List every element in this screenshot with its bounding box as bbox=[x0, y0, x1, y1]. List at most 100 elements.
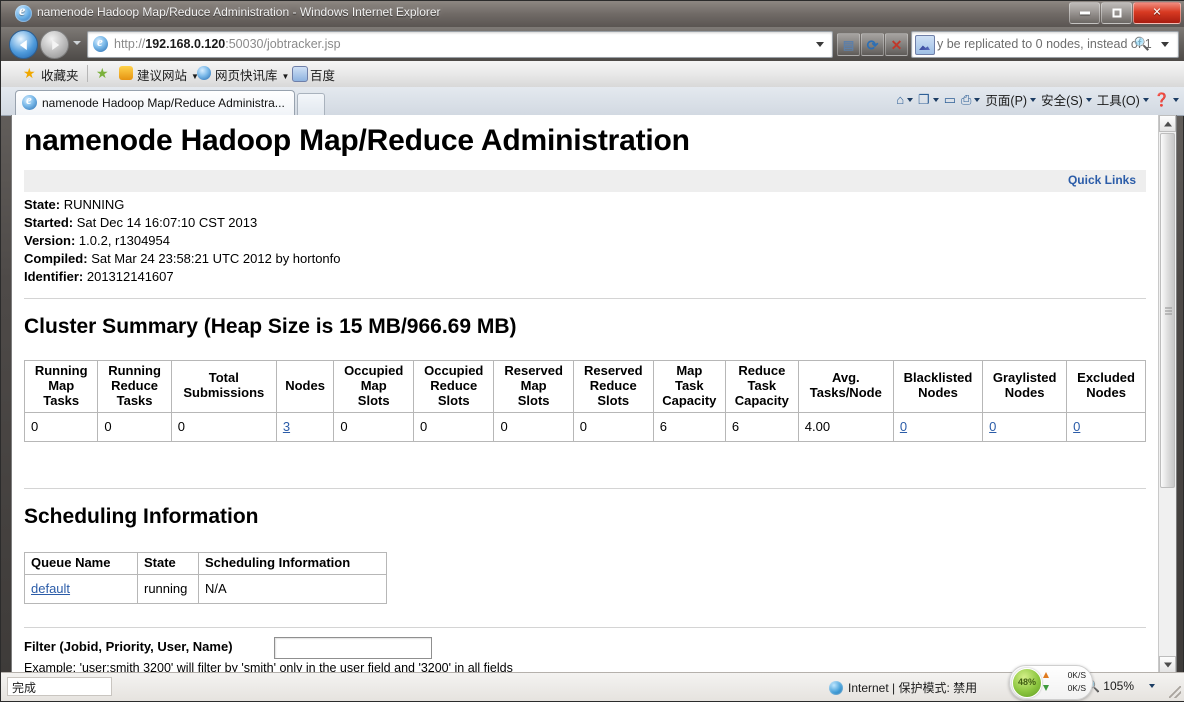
table-cell: 0 bbox=[333, 411, 415, 442]
cell-link[interactable]: 0 bbox=[989, 419, 996, 434]
url-prefix: http:// bbox=[114, 37, 146, 51]
table-cell: 0 bbox=[413, 411, 495, 442]
quick-links-bar: Quick Links bbox=[24, 170, 1146, 192]
baidu-search-icon bbox=[915, 35, 935, 55]
scrollbar-thumb[interactable] bbox=[1160, 133, 1175, 488]
label: State: bbox=[24, 197, 61, 212]
column-header: Graylisted Nodes bbox=[982, 360, 1068, 413]
cluster-summary-heading: Cluster Summary (Heap Size is 15 MB/966.… bbox=[24, 315, 517, 338]
back-button[interactable] bbox=[9, 30, 38, 59]
table-row: 0 0 0 3 0 0 0 0 6 6 4.00 0 0 0 bbox=[23, 411, 1146, 442]
chevron-down-icon[interactable] bbox=[1149, 684, 1155, 688]
close-icon: ✕ bbox=[1152, 6, 1162, 19]
label: Compiled: bbox=[24, 251, 88, 266]
security-zone-label: Internet | 保护模式: 禁用 bbox=[848, 681, 978, 695]
address-chevron-down-icon[interactable] bbox=[816, 42, 824, 47]
filter-label: Filter (Jobid, Priority, User, Name) bbox=[24, 639, 233, 654]
cluster-identifier: Identifier: 201312141607 bbox=[24, 269, 174, 284]
chevron-down-icon bbox=[1163, 662, 1172, 667]
chevron-down-icon bbox=[907, 97, 914, 102]
chevron-down-icon bbox=[974, 97, 981, 102]
value: Sat Dec 14 16:07:10 CST 2013 bbox=[76, 215, 258, 230]
cluster-state: State: RUNNING bbox=[24, 197, 124, 212]
favorites-item-label: 网页快讯库 bbox=[215, 69, 278, 83]
baidu-icon bbox=[292, 66, 308, 82]
chevron-down-icon bbox=[1085, 97, 1092, 102]
address-bar[interactable]: http://192.168.0.120:50030/jobtracker.js… bbox=[87, 31, 833, 58]
favorites-star-icon: ★ bbox=[23, 65, 36, 81]
page-viewport: namenode Hadoop Map/Reduce Administratio… bbox=[11, 115, 1177, 674]
arrow-up-icon bbox=[1043, 672, 1049, 678]
vertical-scrollbar[interactable] bbox=[1158, 115, 1176, 673]
page-menu-button[interactable]: 页面(P) bbox=[985, 90, 1037, 109]
stop-button[interactable]: ✕ bbox=[885, 33, 908, 56]
filter-input[interactable] bbox=[274, 637, 432, 659]
chevron-down-icon: ▼ bbox=[281, 72, 290, 82]
cluster-compiled: Compiled: Sat Mar 24 23:58:21 UTC 2012 b… bbox=[24, 251, 341, 266]
compatibility-view-button[interactable]: ▤ bbox=[837, 33, 860, 56]
refresh-button[interactable]: ⟳ bbox=[861, 33, 884, 56]
chevron-down-icon bbox=[1030, 97, 1037, 102]
table-cell: 4.00 bbox=[797, 411, 894, 442]
divider bbox=[24, 298, 1146, 299]
queue-link[interactable]: default bbox=[31, 581, 70, 596]
cell-link[interactable]: 0 bbox=[1073, 419, 1080, 434]
security-zone[interactable]: Internet | 保护模式: 禁用 bbox=[829, 679, 977, 696]
maximize-button[interactable] bbox=[1101, 2, 1132, 24]
cell-link[interactable]: 0 bbox=[900, 419, 907, 434]
safety-menu-button[interactable]: 安全(S) bbox=[1041, 90, 1092, 109]
tools-menu-button[interactable]: 工具(O) bbox=[1097, 90, 1149, 109]
scroll-up-button[interactable] bbox=[1159, 115, 1176, 132]
favorites-label[interactable]: 收藏夹 bbox=[41, 65, 79, 84]
search-input[interactable]: y be replicated to 0 nodes, instead of 1 bbox=[937, 37, 1152, 51]
tab-jobtracker[interactable]: namenode Hadoop Map/Reduce Administra... bbox=[15, 90, 295, 115]
table-cell[interactable]: 0 bbox=[1066, 411, 1146, 442]
url-host: 192.168.0.120 bbox=[145, 37, 226, 51]
search-box[interactable]: y be replicated to 0 nodes, instead of 1… bbox=[911, 31, 1179, 58]
table-cell[interactable]: 3 bbox=[275, 411, 335, 442]
new-tab-button[interactable] bbox=[297, 93, 325, 115]
table-header-row: Running Map Tasks Running Reduce Tasks Total Su… bbox=[23, 360, 1146, 413]
column-header: Running Reduce Tasks bbox=[97, 360, 172, 413]
favorites-item-web-slice-gallery[interactable]: 网页快讯库 ▼ bbox=[215, 65, 289, 84]
divider bbox=[87, 65, 88, 82]
mail-button[interactable]: ▭ bbox=[944, 92, 956, 108]
home-button[interactable]: ⌂ bbox=[896, 92, 914, 107]
page-menu-label: 页面(P) bbox=[985, 94, 1028, 108]
navigation-bar: http://192.168.0.120:50030/jobtracker.js… bbox=[1, 27, 1184, 61]
table-cell[interactable]: 0 bbox=[892, 411, 984, 442]
zoom-control[interactable]: 🔍 105% bbox=[1085, 679, 1155, 693]
help-button[interactable]: ❓ bbox=[1154, 92, 1179, 108]
quick-links-link[interactable]: Quick Links bbox=[1068, 173, 1136, 187]
recent-pages-chevron-down-icon[interactable] bbox=[73, 41, 81, 45]
close-button[interactable]: ✕ bbox=[1133, 2, 1181, 24]
window-controls: ✕ bbox=[1069, 2, 1181, 24]
compatibility-view-icon: ▤ bbox=[842, 37, 855, 52]
search-icon[interactable]: 🔍 bbox=[1134, 36, 1150, 52]
favorites-item-suggested-sites[interactable]: 建议网站 ▼ bbox=[137, 65, 199, 84]
forward-button[interactable] bbox=[40, 30, 69, 59]
column-header: Running Map Tasks bbox=[23, 360, 99, 413]
add-to-favorites-icon[interactable]: ★ bbox=[96, 66, 110, 80]
network-monitor-widget[interactable]: 48% 0K/S 0K/S bbox=[1009, 665, 1093, 700]
column-header: Avg. Tasks/Node bbox=[797, 360, 894, 413]
address-bar-url: http://192.168.0.120:50030/jobtracker.js… bbox=[114, 37, 341, 51]
favorites-item-baidu[interactable]: 百度 bbox=[310, 65, 335, 84]
minimize-button[interactable] bbox=[1069, 2, 1100, 24]
scroll-down-button[interactable] bbox=[1159, 656, 1176, 673]
print-button[interactable]: ⎙ bbox=[961, 92, 981, 108]
scheduling-information-heading: Scheduling Information bbox=[24, 505, 259, 528]
page-title: namenode Hadoop Map/Reduce Administratio… bbox=[24, 124, 690, 157]
feeds-button[interactable]: ❐ bbox=[918, 92, 939, 108]
tab-label: namenode Hadoop Map/Reduce Administra... bbox=[42, 96, 285, 110]
column-header: Excluded Nodes bbox=[1066, 360, 1146, 413]
cell-link[interactable]: 3 bbox=[283, 419, 290, 434]
table-cell[interactable]: 0 bbox=[982, 411, 1068, 442]
queue-name-cell[interactable]: default bbox=[24, 573, 138, 604]
cluster-version: Version: 1.0.2, r1304954 bbox=[24, 233, 170, 248]
column-header: Reduce Task Capacity bbox=[724, 360, 799, 413]
table-body: default running N/A bbox=[24, 573, 387, 604]
resize-grip-icon[interactable] bbox=[1169, 686, 1181, 698]
internet-explorer-icon bbox=[15, 4, 32, 22]
search-provider-chevron-down-icon[interactable] bbox=[1161, 42, 1169, 47]
